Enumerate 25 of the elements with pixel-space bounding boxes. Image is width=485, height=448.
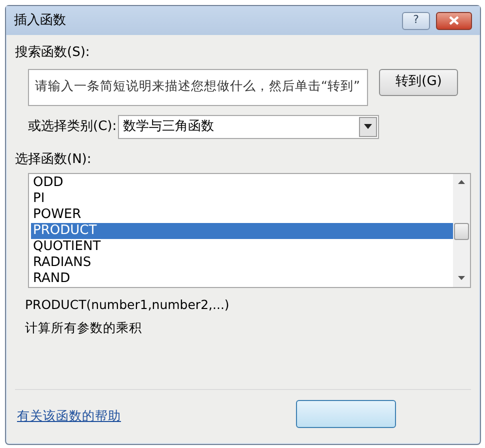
- function-item[interactable]: PI: [31, 191, 453, 207]
- close-button[interactable]: [436, 12, 472, 30]
- help-link[interactable]: 有关该函数的帮助: [17, 407, 121, 426]
- dialog-button[interactable]: [296, 400, 396, 428]
- category-label: 或选择类别(C):: [28, 118, 118, 136]
- close-icon: [449, 16, 459, 25]
- scroll-down-icon[interactable]: [458, 276, 465, 280]
- function-item[interactable]: ODD: [31, 175, 453, 191]
- search-field[interactable]: 请输入一条简短说明来描述您想做什么，然后单击“转到”: [28, 68, 368, 106]
- scrollbar[interactable]: [453, 174, 470, 287]
- function-item[interactable]: PRODUCT: [31, 223, 453, 239]
- scroll-thumb[interactable]: [454, 223, 469, 240]
- function-description: 计算所有参数的乘积: [25, 318, 143, 337]
- function-list-label: 选择函数(N):: [15, 150, 92, 168]
- help-button[interactable]: ?: [402, 12, 430, 30]
- function-item[interactable]: POWER: [31, 207, 453, 223]
- search-label: 搜索函数(S):: [15, 44, 91, 62]
- function-item[interactable]: RADIANS: [31, 255, 453, 271]
- category-dropdown[interactable]: 数学与三角函数: [118, 114, 379, 138]
- go-button[interactable]: 转到(G): [379, 68, 458, 96]
- function-signature: PRODUCT(number1,number2,...): [25, 296, 230, 314]
- scroll-up-icon[interactable]: [458, 180, 465, 184]
- function-item[interactable]: QUOTIENT: [31, 239, 453, 255]
- window-title: 插入函数: [14, 12, 66, 30]
- function-item[interactable]: RAND: [31, 271, 453, 287]
